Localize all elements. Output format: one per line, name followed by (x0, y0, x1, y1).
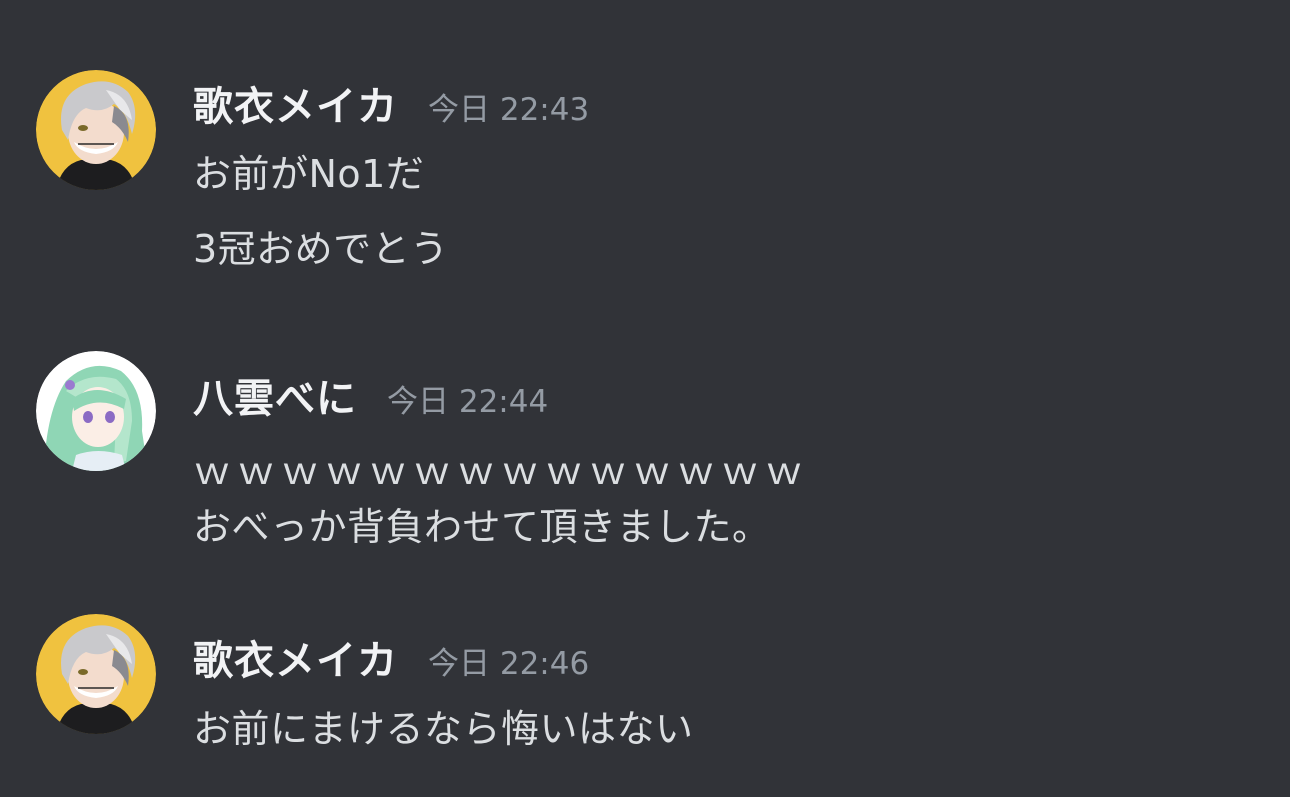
message-text: お前にまけるなら悔いはない (193, 707, 694, 751)
message-author[interactable]: 歌衣メイカ (193, 74, 398, 132)
message-text: お前がNo1だ (193, 152, 425, 196)
gray-hair-character-avatar-icon[interactable] (36, 614, 156, 734)
message-timestamp: 今日 22:46 (428, 646, 590, 682)
message-text: ｗｗｗｗｗｗｗｗｗｗｗｗｗｗ (193, 449, 810, 493)
gray-hair-character-avatar-icon[interactable] (36, 70, 156, 190)
message-text: 3冠おめでとう (193, 227, 449, 271)
message-author[interactable]: 歌衣メイカ (193, 628, 398, 686)
chat-message-list: 歌衣メイカ 今日 22:43 お前がNo1だ 3冠おめでとう 八雲べに 今日 2… (0, 0, 1290, 797)
message-timestamp: 今日 22:43 (428, 92, 590, 128)
green-hair-character-avatar-icon[interactable] (36, 351, 156, 471)
message-timestamp: 今日 22:44 (387, 384, 549, 420)
message-text: おべっか背負わせて頂きました。 (193, 505, 771, 549)
message-author[interactable]: 八雲べに (193, 366, 357, 424)
